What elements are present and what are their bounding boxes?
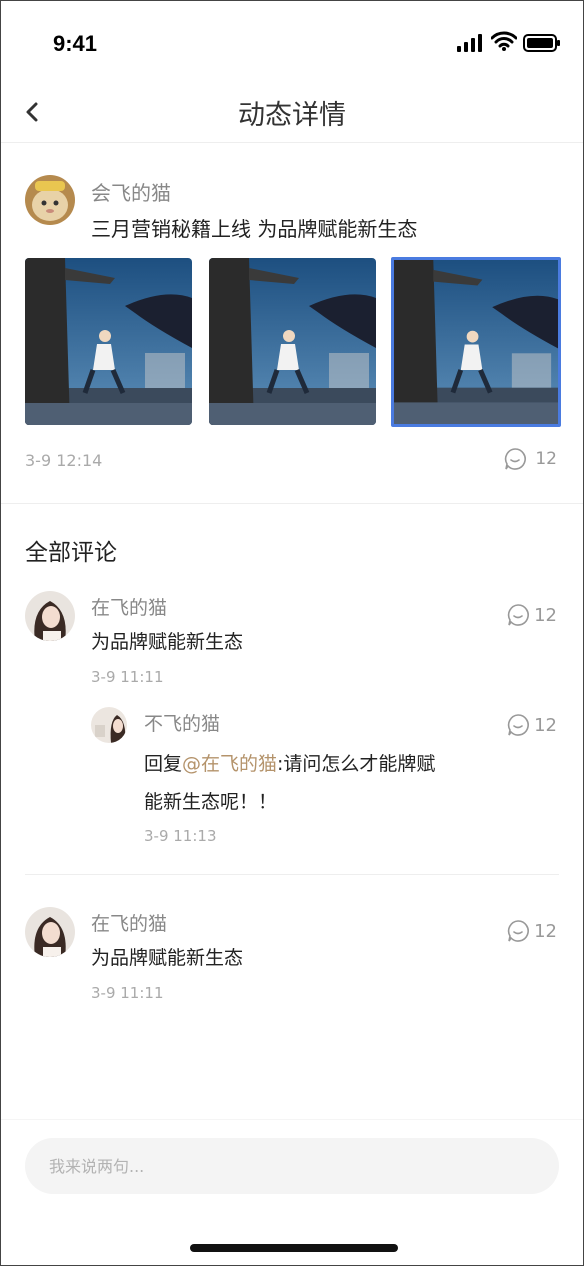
commenter-name[interactable]: 在飞的猫	[91, 593, 167, 620]
battery-icon	[523, 34, 560, 52]
photo-grid	[25, 257, 565, 428]
phone-screen: 9:41 动态详情 会飞的猫 三月营销秘籍上线 为品牌赋能新生态 3-9 12:…	[0, 0, 584, 1266]
home-indicator[interactable]	[190, 1244, 398, 1252]
commenter-name[interactable]: 在飞的猫	[91, 909, 167, 936]
comment-bubble-icon	[507, 714, 530, 736]
post-comment-button[interactable]: 12	[503, 447, 557, 471]
post-card: 会飞的猫 三月营销秘籍上线 为品牌赋能新生态 3-9 12:14 12	[1, 143, 583, 503]
comment-count: 12	[534, 604, 557, 626]
reply-reply-button[interactable]: 12	[506, 713, 557, 737]
comment-input-wrapper	[25, 1138, 559, 1194]
divider	[1, 503, 583, 504]
comment-bubble-icon	[507, 604, 530, 626]
post-comment-count: 12	[535, 449, 557, 469]
comment-count: 12	[534, 920, 557, 942]
nav-bar: 动态详情	[1, 81, 583, 143]
reply-prefix: 回复	[144, 753, 183, 775]
photo-thumbnail[interactable]	[209, 258, 376, 425]
commenter-avatar[interactable]	[25, 907, 75, 957]
reply-name[interactable]: 不飞的猫	[144, 709, 220, 736]
comment-timestamp: 3-9 11:11	[91, 668, 164, 686]
comments-section-title: 全部评论	[25, 540, 117, 566]
wifi-icon	[491, 31, 517, 51]
comment-divider	[25, 874, 559, 875]
reply-count: 12	[534, 714, 557, 736]
author-avatar[interactable]	[25, 175, 75, 225]
reply-text-line1: :请问怎么才能牌赋	[277, 753, 436, 775]
status-time: 9:41	[53, 31, 98, 56]
comment-bubble-icon	[505, 448, 527, 470]
reply-avatar[interactable]	[91, 707, 127, 743]
comment-input-bar	[1, 1119, 583, 1265]
status-bar: 9:41	[1, 7, 583, 81]
photo-thumbnail-selected[interactable]	[391, 257, 561, 427]
comment-text: 为品牌赋能新生态	[91, 947, 244, 969]
reply-text: 回复@在飞的猫:请问怎么才能牌赋 能新生态呢！！	[144, 745, 484, 821]
commenter-avatar[interactable]	[25, 591, 75, 641]
comment-text: 为品牌赋能新生态	[91, 631, 244, 653]
author-name[interactable]: 会飞的猫	[91, 177, 171, 206]
reply-timestamp: 3-9 11:13	[144, 827, 217, 845]
comment-input[interactable]	[25, 1138, 559, 1194]
post-timestamp: 3-9 12:14	[25, 451, 103, 470]
reply-mention[interactable]: @在飞的猫	[182, 753, 277, 775]
post-text: 三月营销秘籍上线 为品牌赋能新生态	[91, 217, 418, 241]
reply-text-line2: 能新生态呢！！	[144, 791, 278, 813]
comment-reply-button[interactable]: 12	[506, 603, 557, 627]
comment-reply-button[interactable]: 12	[506, 919, 557, 943]
page-title: 动态详情	[238, 100, 346, 131]
comment-bubble-icon	[507, 920, 530, 942]
signal-icon	[457, 34, 482, 52]
photo-thumbnail[interactable]	[25, 258, 192, 425]
comment-timestamp: 3-9 11:11	[91, 984, 164, 1002]
